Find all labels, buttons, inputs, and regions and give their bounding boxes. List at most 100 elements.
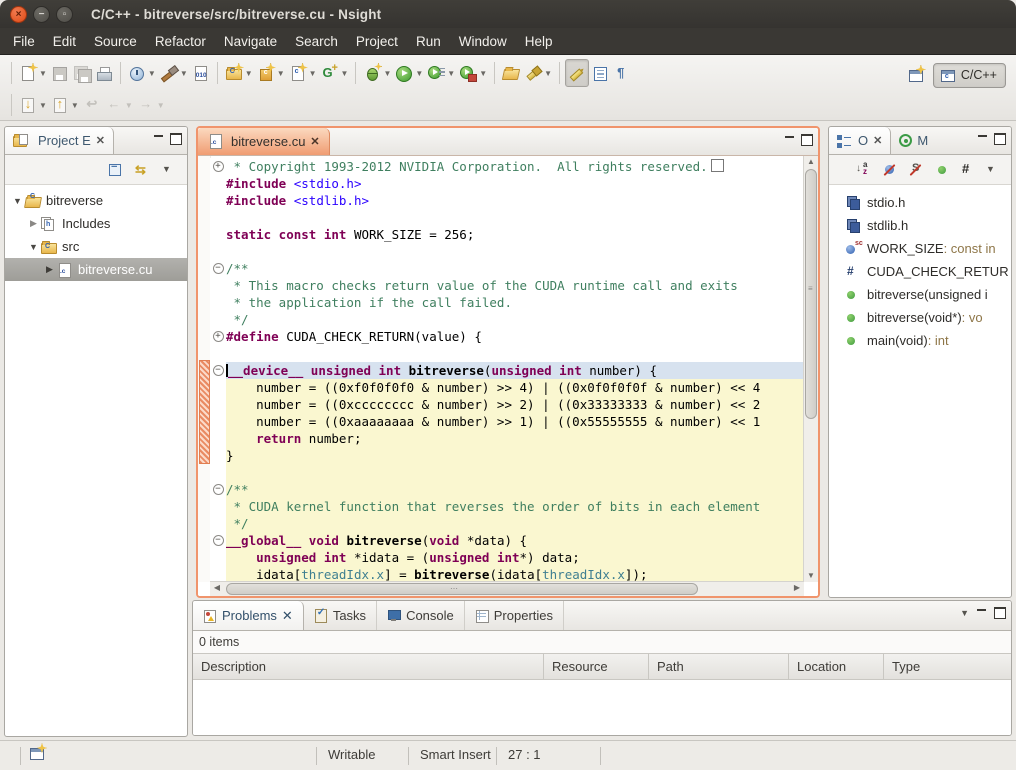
menu-edit[interactable]: Edit	[44, 28, 85, 54]
outline-item-bitreverse-device[interactable]: bitreverse(unsigned i	[829, 283, 1011, 306]
tab-project-explorer[interactable]: Project E ✕	[5, 127, 114, 154]
block-selection-button[interactable]	[589, 60, 611, 86]
minimize-icon[interactable]	[154, 135, 163, 140]
tree-item-bitreverse-cu[interactable]: ▶ .c bitreverse.cu	[5, 258, 187, 281]
fast-view-button[interactable]	[28, 745, 46, 765]
maximize-icon[interactable]	[994, 607, 1006, 619]
code-line[interactable]: * the application if the call failed.	[210, 294, 804, 311]
code-generate-button[interactable]: G+▼	[319, 60, 351, 86]
column-location[interactable]: Location	[788, 654, 883, 679]
close-icon[interactable]: ✕	[310, 135, 319, 148]
view-menu-button[interactable]: ▼	[960, 608, 969, 618]
code-line[interactable]: +#define CUDA_CHECK_RETURN(value) {	[210, 328, 804, 345]
maximize-icon[interactable]	[170, 133, 182, 145]
close-icon[interactable]: ✕	[96, 134, 105, 147]
minimize-icon[interactable]	[977, 609, 986, 614]
tab-bitreverse-cu[interactable]: .c bitreverse.cu ✕	[198, 128, 330, 155]
link-with-editor-button[interactable]: ⇆	[135, 162, 152, 178]
tree-item-src[interactable]: ▼ C src	[5, 235, 187, 258]
code-line[interactable]: */	[210, 311, 804, 328]
tab-tasks[interactable]: ✓ Tasks	[304, 601, 377, 630]
code-line[interactable]: #include <stdlib.h>	[210, 192, 804, 209]
tree-item-includes[interactable]: ▶ h Includes	[5, 212, 187, 235]
outline-item-main[interactable]: main(void) : int	[829, 329, 1011, 352]
menu-file[interactable]: File	[4, 28, 44, 54]
previous-annotation-button[interactable]: ↑▼	[49, 92, 81, 118]
clock-button[interactable]: ▼	[126, 60, 158, 86]
scroll-right-icon[interactable]: ▶	[790, 582, 804, 594]
code-line[interactable]: + * Copyright 1993-2012 NVIDIA Corporati…	[210, 158, 804, 175]
show-whitespace-button[interactable]: ¶	[611, 60, 633, 86]
sort-button[interactable]: ↓az	[856, 162, 873, 178]
hide-non-public-button[interactable]	[934, 162, 951, 178]
problems-table-body[interactable]	[193, 680, 1011, 736]
maximize-icon[interactable]	[801, 134, 813, 146]
code-line[interactable]	[210, 243, 804, 260]
view-menu-button[interactable]: ▼	[162, 164, 179, 180]
tree-item-bitreverse[interactable]: ▼ C bitreverse	[5, 189, 187, 212]
code-line[interactable]: number = ((0xcccccccc & number) >> 2) | …	[210, 396, 804, 413]
minimize-icon[interactable]	[978, 135, 987, 140]
open-element-button[interactable]	[500, 60, 522, 86]
code-line[interactable]	[210, 345, 804, 362]
next-annotation-button[interactable]: ↓▼	[17, 92, 49, 118]
expand-arrow-icon[interactable]: ▼	[11, 196, 24, 206]
search-button[interactable]: ▼	[522, 60, 554, 86]
debug-button[interactable]: ▼	[361, 60, 393, 86]
external-tools-button[interactable]: ▼	[457, 60, 489, 86]
fold-marker-icon[interactable]: −	[210, 260, 226, 277]
build-button[interactable]: ▼	[158, 60, 190, 86]
save-button[interactable]	[49, 60, 71, 86]
menu-run[interactable]: Run	[407, 28, 450, 54]
collapse-all-button[interactable]: −	[108, 162, 125, 178]
code-line[interactable]: −__device__ unsigned int bitreverse(unsi…	[210, 362, 804, 379]
open-perspective-button[interactable]	[905, 62, 927, 88]
tab-console[interactable]: Console	[377, 601, 465, 630]
titlebar[interactable]: × − ▫ C/C++ - bitreverse/src/bitreverse.…	[0, 0, 1016, 28]
tab-problems[interactable]: Problems ✕	[193, 601, 304, 630]
close-icon[interactable]: ✕	[873, 134, 882, 147]
cpp-perspective-button[interactable]: c C/C++	[933, 63, 1006, 88]
code-line[interactable]: unsigned int *idata = (unsigned int*) da…	[210, 549, 804, 566]
scroll-up-icon[interactable]: ▲	[804, 156, 818, 168]
forward-button[interactable]: →▼	[135, 92, 167, 118]
outline-item-bitreverse-global[interactable]: bitreverse(void*) : vo	[829, 306, 1011, 329]
tab-make-target[interactable]: M	[891, 127, 936, 154]
scroll-down-icon[interactable]: ▼	[804, 570, 818, 582]
new-c-class-button[interactable]: c▼	[287, 60, 319, 86]
collapsed-arrow-icon[interactable]: ▶	[43, 264, 56, 275]
new-wizard-button[interactable]: ▼	[17, 60, 49, 86]
outline-item-stdio[interactable]: stdio.h	[829, 191, 1011, 214]
code-line[interactable]: idata[threadIdx.x] = bitreverse(idata[th…	[210, 566, 804, 582]
new-c-source-button[interactable]: c▼	[255, 60, 287, 86]
code-line[interactable]	[210, 209, 804, 226]
fold-marker-icon[interactable]: +	[210, 158, 226, 175]
fold-marker-icon[interactable]: +	[210, 328, 226, 345]
vertical-scrollbar[interactable]: ▲ ≡ ▼	[803, 156, 818, 582]
run-history-button[interactable]: ▼	[425, 60, 457, 86]
code-line[interactable]: number = ((0xf0f0f0f0 & number) >> 4) | …	[210, 379, 804, 396]
view-menu-button[interactable]: ▼	[986, 164, 1003, 180]
highlight-toggle-button[interactable]	[565, 59, 589, 87]
code-line[interactable]: static const int WORK_SIZE = 256;	[210, 226, 804, 243]
expand-arrow-icon[interactable]: ▼	[27, 242, 40, 252]
column-resource[interactable]: Resource	[543, 654, 648, 679]
code-line[interactable]: #include <stdio.h>	[210, 175, 804, 192]
fold-marker-icon[interactable]: −	[210, 532, 226, 549]
print-button[interactable]	[93, 60, 115, 86]
code-line[interactable]: }	[210, 447, 804, 464]
code-area[interactable]: + * Copyright 1993-2012 NVIDIA Corporati…	[210, 156, 804, 582]
tab-properties[interactable]: Properties	[465, 601, 564, 630]
code-line[interactable]: * This macro checks return value of the …	[210, 277, 804, 294]
column-path[interactable]: Path	[648, 654, 788, 679]
horizontal-scroll-thumb[interactable]	[226, 583, 698, 595]
outline-item-stdlib[interactable]: stdlib.h	[829, 214, 1011, 237]
menu-window[interactable]: Window	[450, 28, 516, 54]
outline-item-work-size[interactable]: scWORK_SIZE : const in	[829, 237, 1011, 260]
tab-outline[interactable]: O ✕	[829, 127, 891, 154]
save-all-button[interactable]	[71, 60, 93, 86]
back-button[interactable]: ←▼	[103, 92, 135, 118]
minimize-icon[interactable]	[785, 136, 794, 141]
maximize-icon[interactable]	[994, 133, 1006, 145]
hide-static-members-button[interactable]: S	[908, 162, 925, 178]
